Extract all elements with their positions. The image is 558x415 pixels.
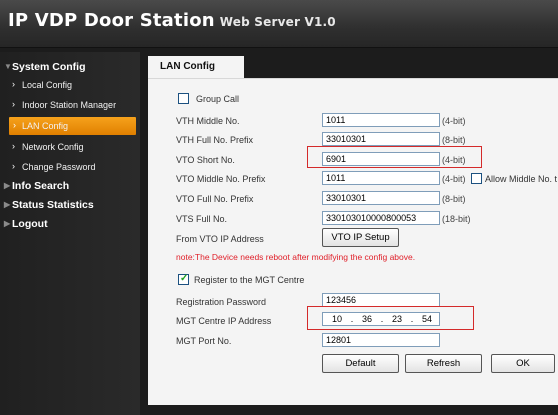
sidebar-item-network-config[interactable]: › Network Config bbox=[0, 138, 140, 156]
reg-password-input[interactable]: 123456 bbox=[322, 293, 440, 307]
sidebar-item-label: Change Password bbox=[22, 162, 96, 172]
sidebar-group-label: Status Statistics bbox=[12, 199, 94, 211]
vto-short-hint: (4-bit) bbox=[442, 155, 466, 165]
register-mgt-label: Register to the MGT Centre bbox=[194, 275, 305, 285]
vto-short-label: VTO Short No. bbox=[176, 155, 235, 165]
sidebar-group-label: Logout bbox=[12, 218, 48, 230]
tab-lan-config[interactable]: LAN Config bbox=[148, 56, 244, 78]
allow-middle-checkbox[interactable] bbox=[471, 173, 482, 184]
ip-dot: . bbox=[380, 314, 384, 324]
mgt-ip-label: MGT Centre IP Address bbox=[176, 316, 272, 326]
expand-triangle-icon: ▶ bbox=[4, 200, 11, 209]
footer-bar bbox=[148, 405, 558, 415]
app-header: IP VDP Door Station Web Server V1.0 bbox=[0, 0, 558, 48]
vto-full-prefix-hint: (8-bit) bbox=[442, 194, 466, 204]
expand-triangle-icon: ▶ bbox=[4, 219, 11, 228]
sidebar-item-change-password[interactable]: › Change Password bbox=[0, 158, 140, 176]
mgt-ip-input[interactable]: 10. 36. 23. 54 bbox=[322, 312, 440, 326]
chevron-right-icon: › bbox=[12, 141, 15, 151]
vts-full-hint: (18-bit) bbox=[442, 214, 471, 224]
ip-octet-3: 23 bbox=[391, 314, 402, 324]
chevron-right-icon: › bbox=[12, 79, 15, 89]
sidebar-group-info-search[interactable]: ▶ Info Search bbox=[0, 177, 140, 195]
vts-full-label: VTS Full No. bbox=[176, 214, 228, 224]
ip-octet-4: 54 bbox=[421, 314, 432, 324]
tab-divider bbox=[148, 78, 558, 79]
vth-middle-input[interactable]: 1011 bbox=[322, 113, 440, 127]
mgt-port-label: MGT Port No. bbox=[176, 336, 232, 346]
refresh-button[interactable]: Refresh bbox=[405, 354, 482, 373]
sidebar-item-lan-config[interactable]: › LAN Config bbox=[9, 117, 136, 135]
vth-full-prefix-input[interactable]: 33010301 bbox=[322, 132, 440, 146]
vto-ip-setup-button[interactable]: VTO IP Setup bbox=[322, 228, 399, 247]
sidebar-group-label: Info Search bbox=[12, 180, 70, 192]
ip-dot: . bbox=[350, 314, 354, 324]
default-button[interactable]: Default bbox=[322, 354, 399, 373]
group-call-checkbox[interactable] bbox=[178, 93, 189, 104]
sidebar-item-label: Indoor Station Manager bbox=[22, 100, 117, 110]
sidebar-item-indoor-station-manager[interactable]: › Indoor Station Manager bbox=[0, 96, 140, 114]
chevron-right-icon: › bbox=[12, 99, 15, 109]
vth-full-prefix-hint: (8-bit) bbox=[442, 135, 466, 145]
sidebar-group-label: System Config bbox=[12, 61, 86, 73]
sidebar-item-label: Local Config bbox=[22, 80, 73, 90]
collapse-triangle-icon: ▼ bbox=[4, 62, 12, 71]
from-vto-ip-label: From VTO IP Address bbox=[176, 234, 264, 244]
chevron-right-icon: › bbox=[13, 120, 16, 130]
vto-full-prefix-label: VTO Full No. Prefix bbox=[176, 194, 254, 204]
vto-middle-prefix-label: VTO Middle No. Prefix bbox=[176, 174, 266, 184]
vth-middle-label: VTH Middle No. bbox=[176, 116, 240, 126]
vto-middle-prefix-hint: (4-bit) bbox=[442, 174, 466, 184]
vto-full-prefix-input[interactable]: 33010301 bbox=[322, 191, 440, 205]
vth-middle-hint: (4-bit) bbox=[442, 116, 466, 126]
mgt-port-input[interactable]: 12801 bbox=[322, 333, 440, 347]
app-subtitle: Web Server V1.0 bbox=[219, 15, 336, 29]
sidebar-item-label: LAN Config bbox=[22, 121, 69, 131]
allow-middle-label: Allow Middle No. t bbox=[485, 174, 558, 184]
sidebar-item-label: Network Config bbox=[22, 142, 84, 152]
ip-dot: . bbox=[410, 314, 414, 324]
sidebar-group-status-statistics[interactable]: ▶ Status Statistics bbox=[0, 196, 140, 214]
vth-full-prefix-label: VTH Full No. Prefix bbox=[176, 135, 254, 145]
app-title-text: IP VDP Door Station bbox=[8, 10, 215, 31]
vto-short-input[interactable]: 6901 bbox=[322, 152, 440, 166]
reg-password-label: Registration Password bbox=[176, 297, 267, 307]
vts-full-input[interactable]: 330103010000800053 bbox=[322, 211, 440, 225]
ip-octet-2: 36 bbox=[361, 314, 372, 324]
sidebar-group-logout[interactable]: ▶ Logout bbox=[0, 215, 140, 233]
sidebar-group-system-config[interactable]: ▼ System Config bbox=[0, 58, 140, 76]
app-title: IP VDP Door Station Web Server V1.0 bbox=[8, 10, 336, 31]
sidebar-item-local-config[interactable]: › Local Config bbox=[0, 76, 140, 94]
expand-triangle-icon: ▶ bbox=[4, 181, 11, 190]
chevron-right-icon: › bbox=[12, 161, 15, 171]
register-mgt-checkbox[interactable] bbox=[178, 273, 189, 285]
ip-octet-1: 10 bbox=[331, 314, 342, 324]
ok-button[interactable]: OK bbox=[491, 354, 555, 373]
group-call-label: Group Call bbox=[196, 94, 240, 104]
sidebar: ▼ System Config › Local Config › Indoor … bbox=[0, 52, 140, 415]
vto-middle-prefix-input[interactable]: 1011 bbox=[322, 171, 440, 185]
reboot-note: note:The Device needs reboot after modif… bbox=[176, 252, 416, 262]
